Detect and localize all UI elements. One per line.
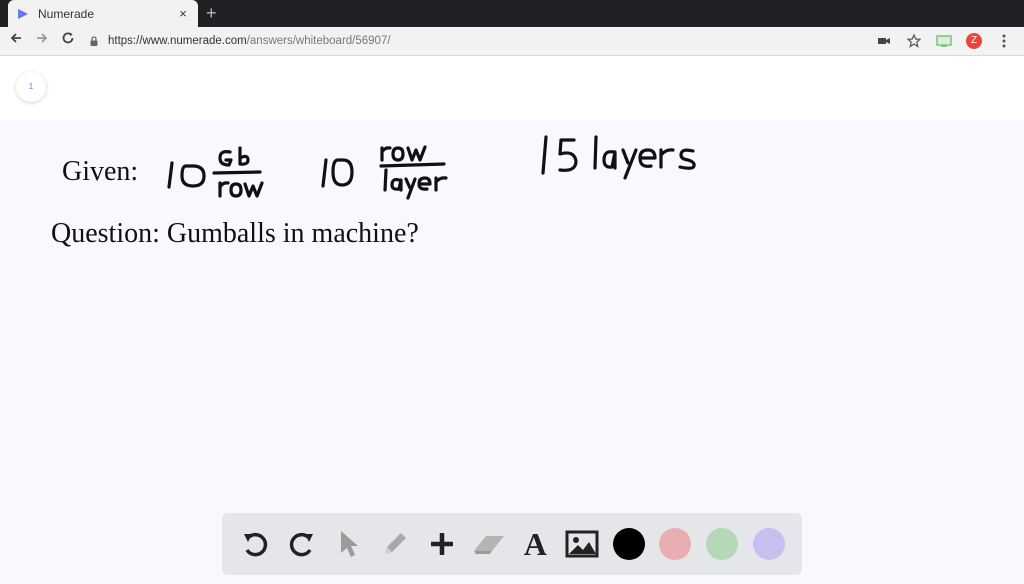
eraser-icon — [473, 536, 504, 554]
cursor-icon — [340, 531, 358, 557]
color-swatch-black — [612, 528, 645, 560]
ink-given-2 — [321, 145, 448, 200]
redo-icon — [289, 532, 313, 557]
undo-icon — [244, 532, 268, 557]
color-swatch-red — [659, 528, 692, 560]
handwriting-layer: 10 — [167, 135, 696, 200]
pencil-icon — [385, 533, 407, 554]
pen-tool-button[interactable] — [375, 524, 415, 564]
undo-button[interactable] — [235, 524, 275, 564]
redo-button[interactable] — [282, 524, 322, 564]
text-tool-button[interactable]: A — [515, 524, 555, 564]
text-tool-icon: A — [523, 525, 547, 562]
image-tool-button[interactable] — [562, 524, 602, 564]
color-swatch-purple — [752, 528, 785, 560]
color-purple-button[interactable] — [749, 524, 789, 564]
color-black-button[interactable] — [609, 524, 649, 564]
add-shape-button[interactable] — [422, 524, 462, 564]
color-red-button[interactable] — [655, 524, 695, 564]
image-icon — [565, 530, 599, 558]
eraser-tool-button[interactable] — [469, 524, 509, 564]
plus-icon — [430, 533, 453, 555]
color-swatch-green — [705, 528, 738, 560]
ink-given-3 — [541, 135, 696, 180]
drawing-toolbar: A — [222, 513, 802, 575]
select-tool-button[interactable] — [329, 524, 369, 564]
color-green-button[interactable] — [702, 524, 742, 564]
ink-given-1: 10 — [167, 146, 264, 198]
